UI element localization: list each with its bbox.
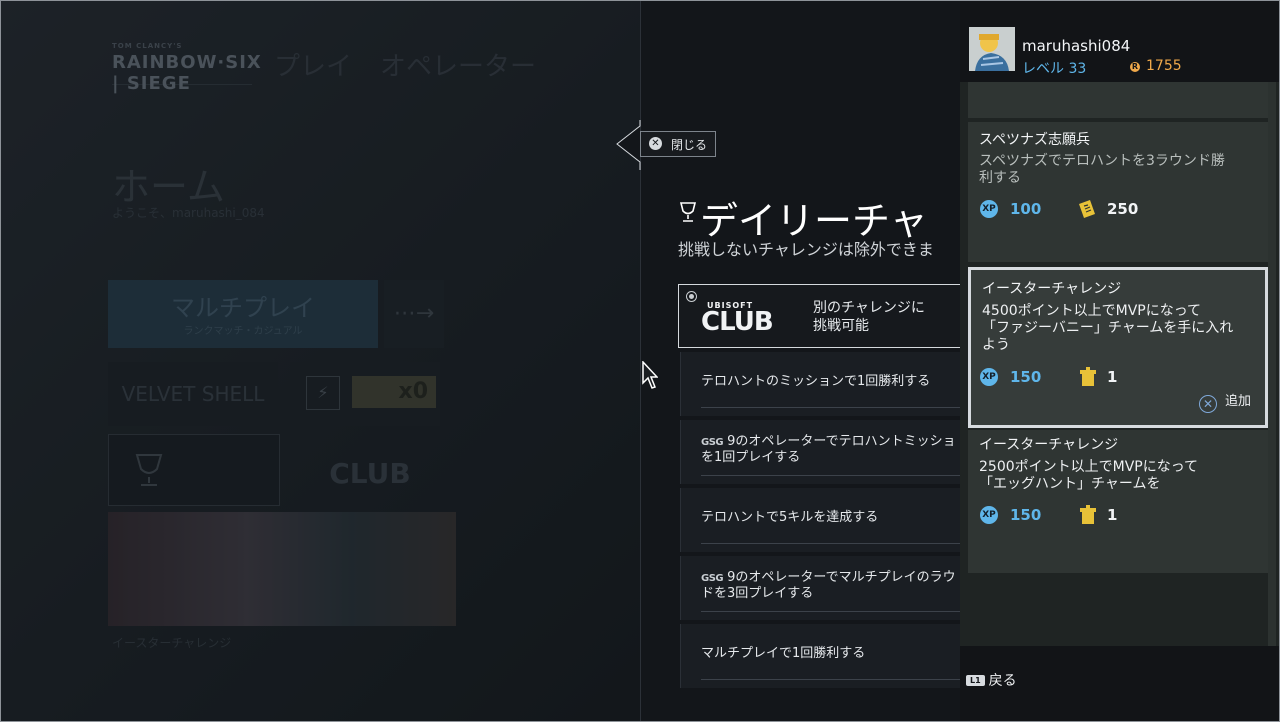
challenge-item[interactable]: マルチプレイで1回勝利する — [680, 624, 981, 688]
radio-icon — [686, 291, 697, 302]
card-description: スペツナズでテロハントを3ラウンド勝 利する — [979, 153, 1225, 186]
renown-balance: R 1755 — [1130, 58, 1182, 74]
home-background: TOM CLANCY'S RAINBOW·SIX | SIEGE プレイ オペレ… — [0, 0, 640, 722]
challenge-card-selected[interactable]: イースターチャレンジ 4500ポイント以上でMVPになって 「ファジーバニー」チ… — [968, 267, 1268, 428]
pack-reward: 1 — [1107, 368, 1118, 386]
challenge-card-partial[interactable] — [968, 82, 1268, 118]
daily-challenges-subtitle: 挑戦しないチャレンジは除外できま — [678, 240, 934, 259]
trophy-icon — [679, 202, 697, 222]
pack-reward: 1 — [1107, 506, 1118, 524]
challenge-item[interactable]: テロハントで5キルを達成する — [680, 488, 981, 552]
l1-button-icon: L1 — [966, 675, 985, 686]
club-reroll-text: 別のチャレンジに 挑戦可能 — [813, 300, 925, 334]
xp-reward: 150 — [1010, 368, 1042, 386]
challenge-item[interactable]: GSG 9のオペレーターでテロハントミッショ を1回プレイする — [680, 420, 981, 484]
gsg9-label: GSG — [701, 437, 724, 448]
card-title: イースターチャレンジ — [982, 281, 1122, 297]
renown-coin-icon: R — [1130, 62, 1140, 72]
renown-ticket-icon — [1079, 200, 1095, 218]
scrollbar[interactable] — [1268, 82, 1276, 646]
gsg9-label: GSG — [701, 573, 724, 584]
challenge-item[interactable]: GSG 9のオペレーターでマルチプレイのラウ ドを3回プレイする — [680, 556, 981, 620]
card-title: イースターチャレンジ — [979, 437, 1119, 453]
add-button[interactable]: ✕ 追加 — [1198, 390, 1251, 413]
card-description: 4500ポイント以上でMVPになって 「ファジーバニー」チャームを手に入れ よう — [982, 303, 1234, 353]
avatar[interactable] — [969, 27, 1015, 71]
challenge-item[interactable]: テロハントのミッションで1回勝利する — [680, 352, 981, 416]
xp-icon: XP — [980, 368, 998, 386]
cross-button-icon: ✕ — [1198, 395, 1217, 413]
card-description: 2500ポイント以上でMVPになって 「エッグハント」チャームを — [979, 459, 1199, 492]
alpha-pack-icon — [1080, 367, 1096, 386]
card-title: スペツナズ志願兵 — [979, 132, 1091, 148]
username: maruhashi084 — [1022, 37, 1131, 55]
xp-icon: XP — [980, 506, 998, 524]
challenge-card[interactable]: イースターチャレンジ 2500ポイント以上でMVPになって 「エッグハント」チャ… — [968, 430, 1268, 573]
back-button[interactable]: L1 戻る — [966, 670, 1017, 690]
xp-icon: XP — [980, 200, 998, 218]
player-level: レベル 33 — [1022, 61, 1087, 77]
alpha-pack-icon — [1080, 505, 1096, 524]
xp-reward: 100 — [1010, 200, 1042, 218]
close-icon: ✕ — [649, 137, 662, 150]
renown-reward: 250 — [1107, 200, 1139, 218]
close-button[interactable]: ✕ 閉じる — [640, 131, 716, 157]
mouse-cursor-icon — [642, 361, 658, 389]
challenge-card[interactable]: スペツナズ志願兵 スペツナズでテロハントを3ラウンド勝 利する XP 100 2… — [968, 122, 1268, 262]
club-reroll-option[interactable]: UBISOFT CLUB 別のチャレンジに 挑戦可能 — [678, 284, 968, 348]
xp-reward: 150 — [1010, 506, 1042, 524]
